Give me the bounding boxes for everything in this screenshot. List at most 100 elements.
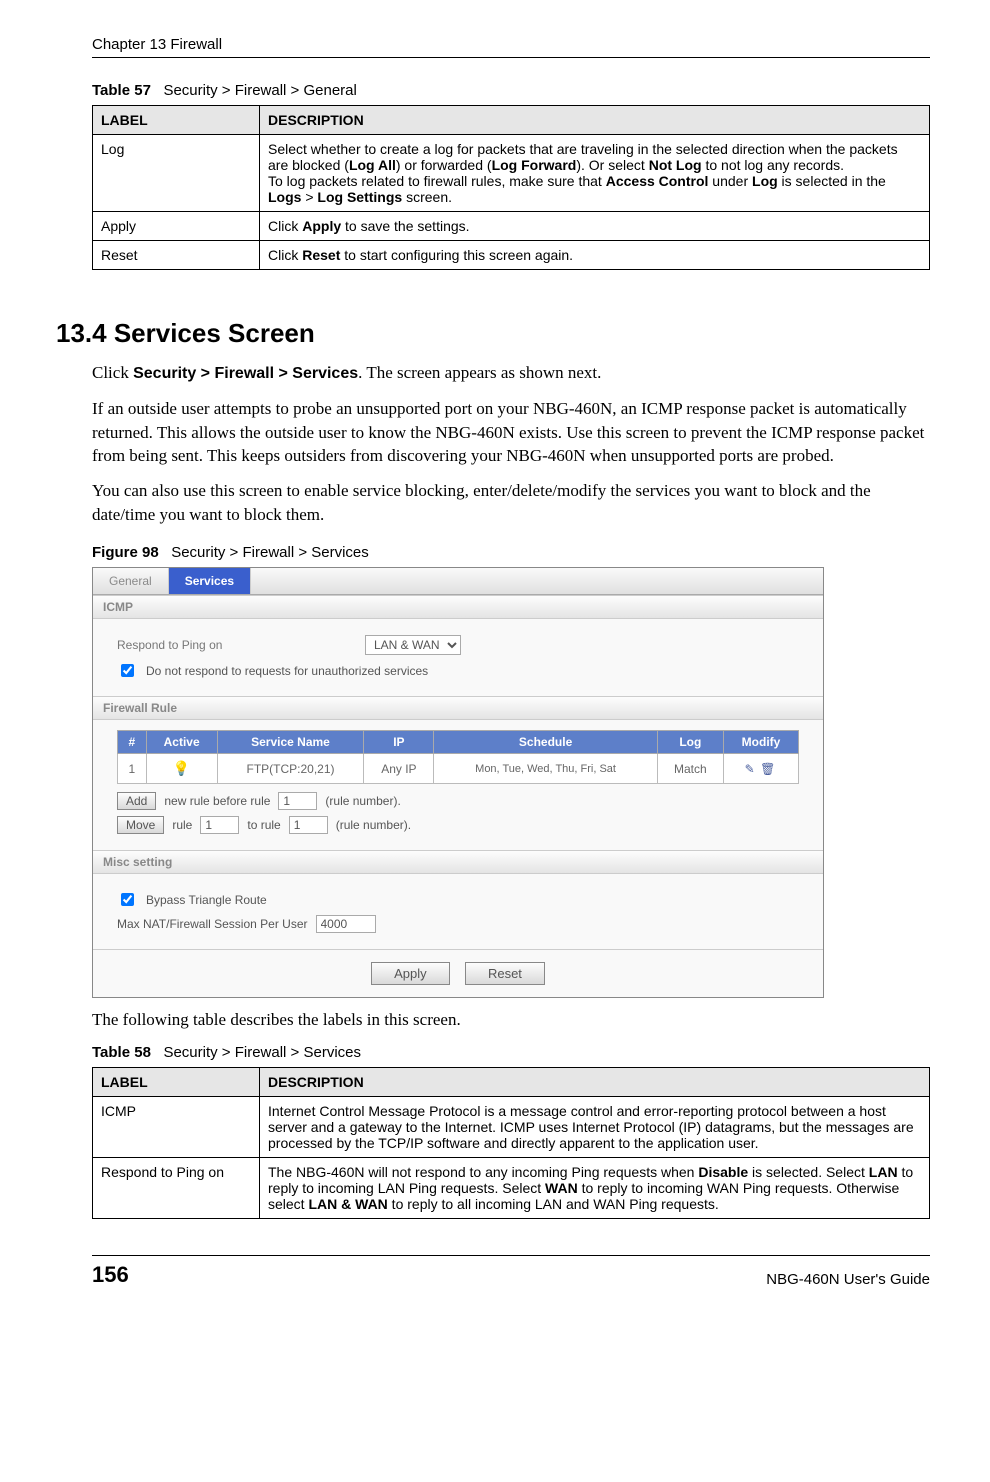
para-2: If an outside user attempts to probe an … (92, 397, 930, 467)
page-header: Chapter 13 Firewall (92, 36, 930, 58)
move-rule-text-c: (rule number). (336, 818, 411, 832)
text: The NBG-460N will not respond to any inc… (268, 1164, 698, 1180)
table58-header-label: LABEL (93, 1067, 260, 1096)
tab-bar: General Services (93, 568, 823, 595)
bold-text: Log Forward (492, 157, 577, 173)
col-service: Service Name (217, 731, 364, 754)
apply-button[interactable]: Apply (371, 962, 450, 985)
tab-general[interactable]: General (93, 568, 169, 594)
table57: LABEL DESCRIPTION Log Select whether to … (92, 105, 930, 270)
section-misc: Misc setting (93, 850, 823, 874)
bold-text: LAN & WAN (308, 1196, 387, 1212)
text: to start configuring this screen again. (340, 247, 573, 263)
text: Click (268, 218, 302, 234)
bold-text: Log Settings (317, 189, 402, 205)
table57-row0-label: Log (93, 135, 260, 212)
table58-caption: Table 58 Security > Firewall > Services (92, 1044, 930, 1061)
rule-log: Match (657, 754, 723, 784)
max-session-label: Max NAT/Firewall Session Per User (117, 917, 308, 931)
section-icmp: ICMP (93, 595, 823, 619)
bold-text: LAN (869, 1164, 898, 1180)
edit-icon[interactable]: ✎ (745, 762, 757, 776)
rule-service: FTP(TCP:20,21) (217, 754, 364, 784)
bold-text: Log All (349, 157, 396, 173)
text: screen. (402, 189, 452, 205)
add-rule-button[interactable]: Add (117, 792, 156, 810)
move-rule-text-b: to rule (247, 818, 280, 832)
move-rule-to-input[interactable] (289, 816, 328, 834)
bold-text: Log (752, 173, 778, 189)
move-rule-button[interactable]: Move (117, 816, 164, 834)
col-schedule: Schedule (434, 731, 657, 754)
move-rule-text-a: rule (172, 818, 192, 832)
respond-ping-select[interactable]: LAN & WAN (365, 635, 461, 655)
para-1: Click Security > Firewall > Services. Th… (92, 361, 930, 385)
bold-text: Logs (268, 189, 301, 205)
section-firewall-rule: Firewall Rule (93, 696, 823, 720)
delete-icon[interactable]: 🗑 (760, 762, 777, 776)
page-number: 156 (92, 1262, 129, 1288)
chapter-title: Chapter 13 Firewall (92, 36, 222, 53)
text: is selected in the (778, 173, 886, 189)
text: is selected. Select (748, 1164, 869, 1180)
table57-row2-desc: Click Reset to start configuring this sc… (260, 241, 930, 270)
table57-row0-desc: Select whether to create a log for packe… (260, 135, 930, 212)
col-active: Active (146, 731, 217, 754)
button-row: Apply Reset (93, 949, 823, 997)
col-num: # (118, 731, 147, 754)
table-row: Apply Click Apply to save the settings. (93, 212, 930, 241)
col-ip: IP (364, 731, 434, 754)
table58-row1-desc: The NBG-460N will not respond to any inc… (260, 1157, 930, 1218)
col-log: Log (657, 731, 723, 754)
figure98-title: Security > Firewall > Services (171, 544, 369, 561)
text: To log packets related to firewall rules… (268, 173, 606, 189)
add-rule-text-a: new rule before rule (164, 794, 270, 808)
table58-row0-desc: Internet Control Message Protocol is a m… (260, 1096, 930, 1157)
table58: LABEL DESCRIPTION ICMP Internet Control … (92, 1067, 930, 1219)
screenshot-firewall-services: General Services ICMP Respond to Ping on… (92, 567, 824, 998)
reset-button[interactable]: Reset (465, 962, 545, 985)
figure98-caption: Figure 98 Security > Firewall > Services (92, 544, 930, 561)
bold-text: Access Control (606, 173, 709, 189)
table-row: Reset Click Reset to start configuring t… (93, 241, 930, 270)
bold-text: Apply (302, 218, 341, 234)
bypass-triangle-checkbox[interactable] (121, 893, 134, 906)
rule-active[interactable]: 💡 (146, 754, 217, 784)
text: ). Or select (576, 157, 648, 173)
table57-header-label: LABEL (93, 106, 260, 135)
table-row: 1 💡 FTP(TCP:20,21) Any IP Mon, Tue, Wed,… (118, 754, 799, 784)
add-rule-number-input[interactable] (278, 792, 317, 810)
bold-text: Disable (698, 1164, 748, 1180)
max-session-input[interactable] (316, 915, 376, 933)
firewall-rules-table: # Active Service Name IP Schedule Log Mo… (117, 730, 799, 784)
guide-title: NBG-460N User's Guide (766, 1271, 930, 1288)
table58-row0-label: ICMP (93, 1096, 260, 1157)
table57-row2-label: Reset (93, 241, 260, 270)
tab-services[interactable]: Services (169, 568, 251, 594)
text: . The screen appears as shown next. (358, 363, 601, 382)
bold-text: Reset (302, 247, 340, 263)
text: to reply to all incoming LAN and WAN Pin… (388, 1196, 719, 1212)
table57-number: Table 57 (92, 82, 151, 99)
move-rule-from-input[interactable] (200, 816, 239, 834)
text: to not log any records. (702, 157, 844, 173)
text: to save the settings. (341, 218, 469, 234)
add-rule-text-b: (rule number). (325, 794, 400, 808)
text: under (708, 173, 752, 189)
no-respond-label: Do not respond to requests for unauthori… (146, 664, 428, 678)
text: Click (268, 247, 302, 263)
no-respond-checkbox[interactable] (121, 664, 134, 677)
respond-ping-label: Respond to Ping on (117, 638, 357, 652)
table-row: Log Select whether to create a log for p… (93, 135, 930, 212)
rule-schedule: Mon, Tue, Wed, Thu, Fri, Sat (434, 754, 657, 784)
bold-text: Not Log (649, 157, 702, 173)
para-3: You can also use this screen to enable s… (92, 479, 930, 526)
bold-text: Security > Firewall > Services (133, 365, 358, 382)
table57-title: Security > Firewall > General (163, 82, 356, 99)
bypass-triangle-label: Bypass Triangle Route (146, 893, 267, 907)
bulb-icon: 💡 (173, 760, 190, 776)
rule-modify[interactable]: ✎ 🗑 (723, 754, 798, 784)
table58-number: Table 58 (92, 1044, 151, 1061)
bold-text: WAN (545, 1180, 578, 1196)
rule-num: 1 (118, 754, 147, 784)
